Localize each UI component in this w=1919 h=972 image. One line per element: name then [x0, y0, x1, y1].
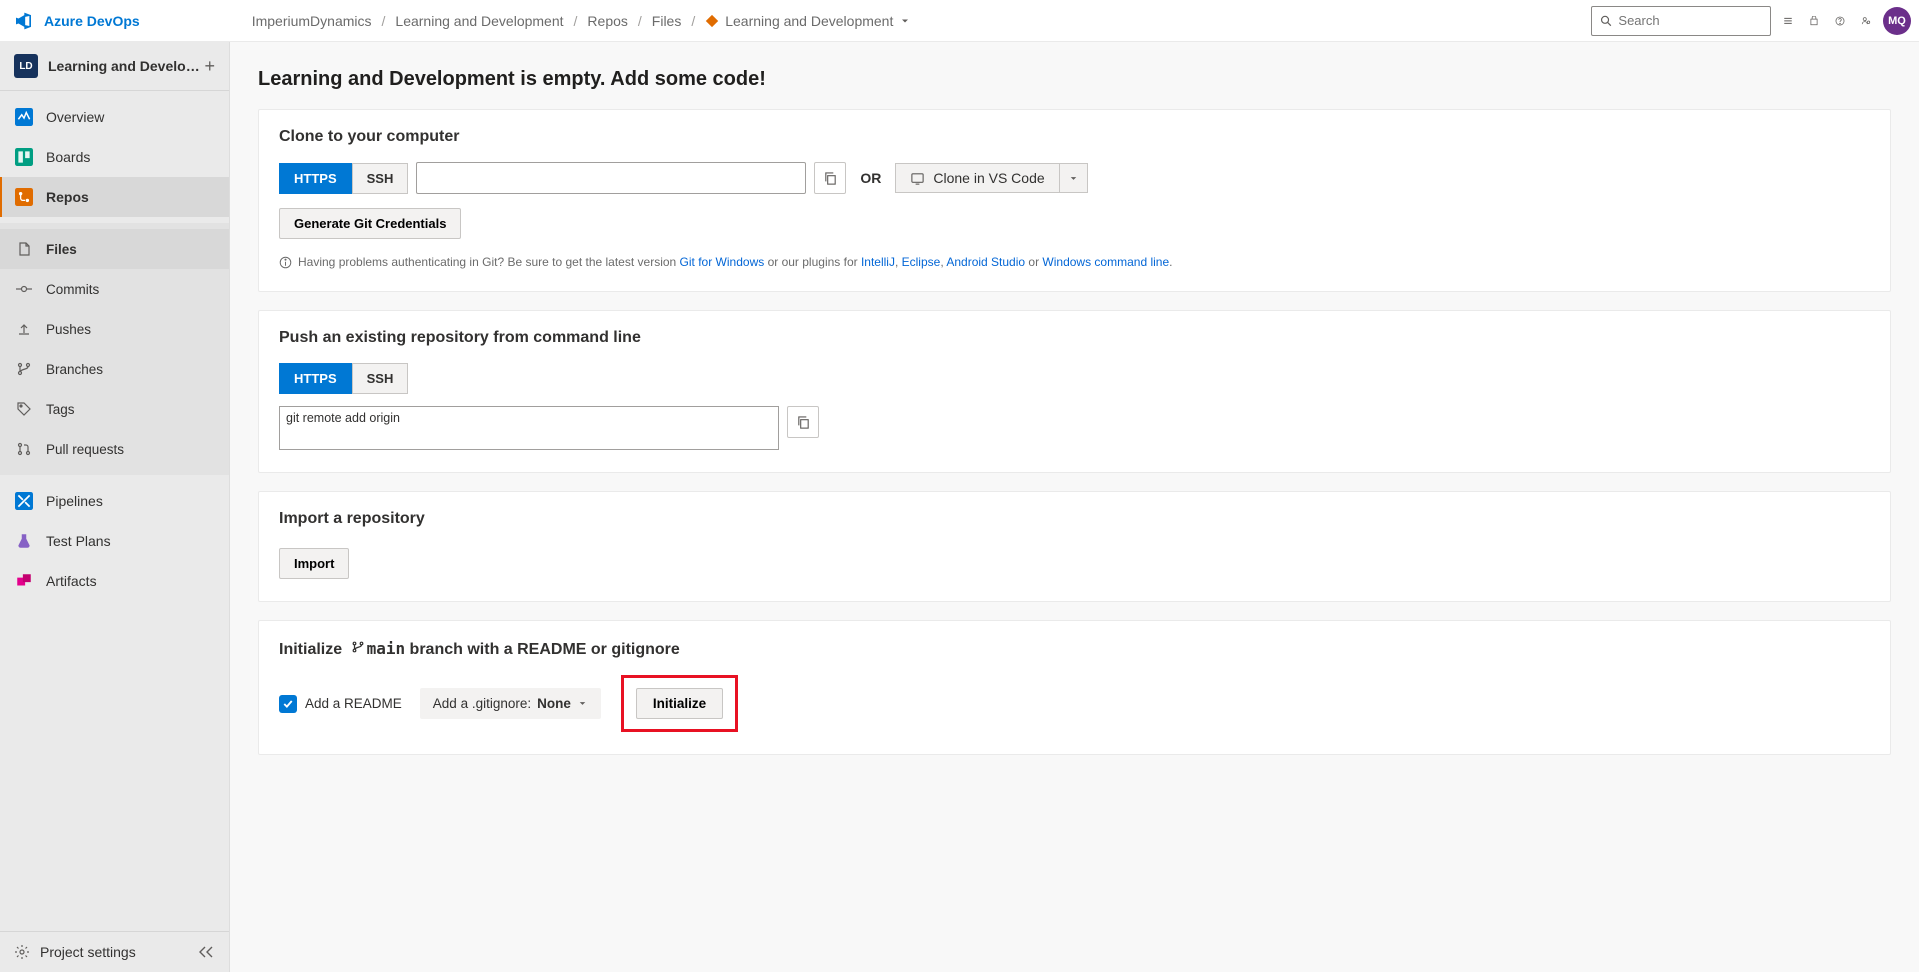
- commit-icon: [14, 279, 34, 299]
- sidebar-sub-tags[interactable]: Tags: [0, 389, 229, 429]
- breadcrumb-project[interactable]: Learning and Development: [391, 13, 567, 29]
- initialize-heading: Initialize main branch with a README or …: [279, 639, 1870, 659]
- user-avatar[interactable]: MQ: [1883, 7, 1911, 35]
- breadcrumb-repo-name: Learning and Development: [725, 13, 893, 29]
- pipelines-icon: [14, 491, 34, 511]
- sidebar-item-overview[interactable]: Overview: [0, 97, 229, 137]
- import-card: Import a repository Import: [258, 491, 1891, 602]
- breadcrumb-repo-selector[interactable]: Learning and Development: [701, 13, 915, 29]
- add-readme-checkbox[interactable]: Add a README: [279, 695, 402, 713]
- boards-icon: [14, 147, 34, 167]
- clone-protocol-tabs: HTTPS SSH: [279, 163, 408, 194]
- chevron-down-icon: [577, 698, 588, 709]
- project-name: Learning and Develop...: [48, 58, 204, 74]
- artifacts-icon: [14, 571, 34, 591]
- initialize-button[interactable]: Initialize: [636, 688, 723, 719]
- copy-clone-url-button[interactable]: [814, 162, 846, 194]
- link-android-studio[interactable]: Android Studio: [946, 255, 1025, 269]
- import-heading: Import a repository: [279, 510, 1870, 528]
- copy-icon: [796, 415, 811, 430]
- info-icon: [279, 256, 292, 269]
- branch-icon: [14, 359, 34, 379]
- generate-credentials-button[interactable]: Generate Git Credentials: [279, 208, 461, 239]
- sidebar-sub-commits[interactable]: Commits: [0, 269, 229, 309]
- link-git-windows[interactable]: Git for Windows: [680, 255, 765, 269]
- breadcrumb-org[interactable]: ImperiumDynamics: [248, 13, 376, 29]
- azure-devops-logo-icon: [16, 11, 36, 31]
- sidebar-item-boards[interactable]: Boards: [0, 137, 229, 177]
- clone-url-input[interactable]: [416, 162, 806, 194]
- clone-heading: Clone to your computer: [279, 128, 1870, 146]
- or-divider: OR: [860, 170, 881, 186]
- chevron-down-icon: [1068, 173, 1079, 184]
- shopping-bag-icon[interactable]: [1805, 12, 1823, 30]
- top-header: Azure DevOps ImperiumDynamics / Learning…: [0, 0, 1919, 42]
- add-project-button[interactable]: +: [204, 56, 215, 77]
- repo-diamond-icon: [705, 14, 719, 28]
- main-content: Learning and Development is empty. Add s…: [230, 42, 1919, 972]
- sidebar-sub-pushes[interactable]: Pushes: [0, 309, 229, 349]
- sidebar-sub-branches[interactable]: Branches: [0, 349, 229, 389]
- project-header[interactable]: LD Learning and Develop... +: [0, 42, 229, 91]
- search-icon: [1600, 14, 1612, 28]
- repos-icon: [14, 187, 34, 207]
- link-intellij[interactable]: IntelliJ: [861, 255, 895, 269]
- sidebar: LD Learning and Develop... + Overview Bo…: [0, 42, 230, 972]
- push-command-textarea[interactable]: git remote add origin: [279, 406, 779, 450]
- testplans-icon: [14, 531, 34, 551]
- clone-vscode-button[interactable]: Clone in VS Code: [895, 163, 1059, 193]
- clone-vscode-dropdown[interactable]: [1060, 163, 1088, 193]
- copy-push-cmd-button[interactable]: [787, 406, 819, 438]
- link-eclipse[interactable]: Eclipse: [902, 255, 941, 269]
- push-tab-https[interactable]: HTTPS: [279, 363, 352, 394]
- search-input[interactable]: [1618, 13, 1762, 28]
- user-settings-icon[interactable]: [1857, 12, 1875, 30]
- push-heading: Push an existing repository from command…: [279, 329, 1870, 347]
- sidebar-item-repos[interactable]: Repos: [0, 177, 229, 217]
- import-button[interactable]: Import: [279, 548, 349, 579]
- push-tab-ssh[interactable]: SSH: [352, 363, 409, 394]
- sidebar-footer: Project settings: [0, 931, 229, 972]
- logo-area[interactable]: Azure DevOps: [8, 11, 148, 31]
- sidebar-sub-files[interactable]: Files: [0, 229, 229, 269]
- pullrequest-icon: [14, 439, 34, 459]
- overview-icon: [14, 107, 34, 127]
- clone-tab-ssh[interactable]: SSH: [352, 163, 409, 194]
- sidebar-sub-pullrequests[interactable]: Pull requests: [0, 429, 229, 469]
- gear-icon: [14, 944, 30, 960]
- auth-help-text: Having problems authenticating in Git? B…: [279, 255, 1870, 269]
- breadcrumb-files[interactable]: Files: [648, 13, 686, 29]
- breadcrumb-repos[interactable]: Repos: [583, 13, 631, 29]
- help-icon[interactable]: [1831, 12, 1849, 30]
- push-card: Push an existing repository from command…: [258, 310, 1891, 473]
- sidebar-item-testplans[interactable]: Test Plans: [0, 521, 229, 561]
- project-tile-icon: LD: [14, 54, 38, 78]
- collapse-sidebar-icon[interactable]: [197, 945, 215, 959]
- product-name: Azure DevOps: [44, 13, 140, 29]
- tag-icon: [14, 399, 34, 419]
- initialize-card: Initialize main branch with a README or …: [258, 620, 1891, 755]
- breadcrumb: ImperiumDynamics / Learning and Developm…: [248, 13, 916, 29]
- branch-icon: [351, 640, 365, 654]
- checkbox-checked-icon: [279, 695, 297, 713]
- clone-card: Clone to your computer HTTPS SSH OR Clon…: [258, 109, 1891, 292]
- chevron-down-icon: [899, 15, 911, 27]
- project-settings-link[interactable]: Project settings: [14, 944, 136, 960]
- push-icon: [14, 319, 34, 339]
- link-windows-cmd[interactable]: Windows command line: [1042, 255, 1169, 269]
- copy-icon: [823, 171, 838, 186]
- vscode-icon: [910, 171, 925, 186]
- search-box[interactable]: [1591, 6, 1771, 36]
- list-icon[interactable]: [1779, 12, 1797, 30]
- gitignore-dropdown[interactable]: Add a .gitignore: None: [420, 688, 601, 719]
- initialize-highlight-box: Initialize: [621, 675, 738, 732]
- file-icon: [14, 239, 34, 259]
- sidebar-item-pipelines[interactable]: Pipelines: [0, 481, 229, 521]
- page-title: Learning and Development is empty. Add s…: [258, 68, 1891, 91]
- sidebar-item-artifacts[interactable]: Artifacts: [0, 561, 229, 601]
- clone-tab-https[interactable]: HTTPS: [279, 163, 352, 194]
